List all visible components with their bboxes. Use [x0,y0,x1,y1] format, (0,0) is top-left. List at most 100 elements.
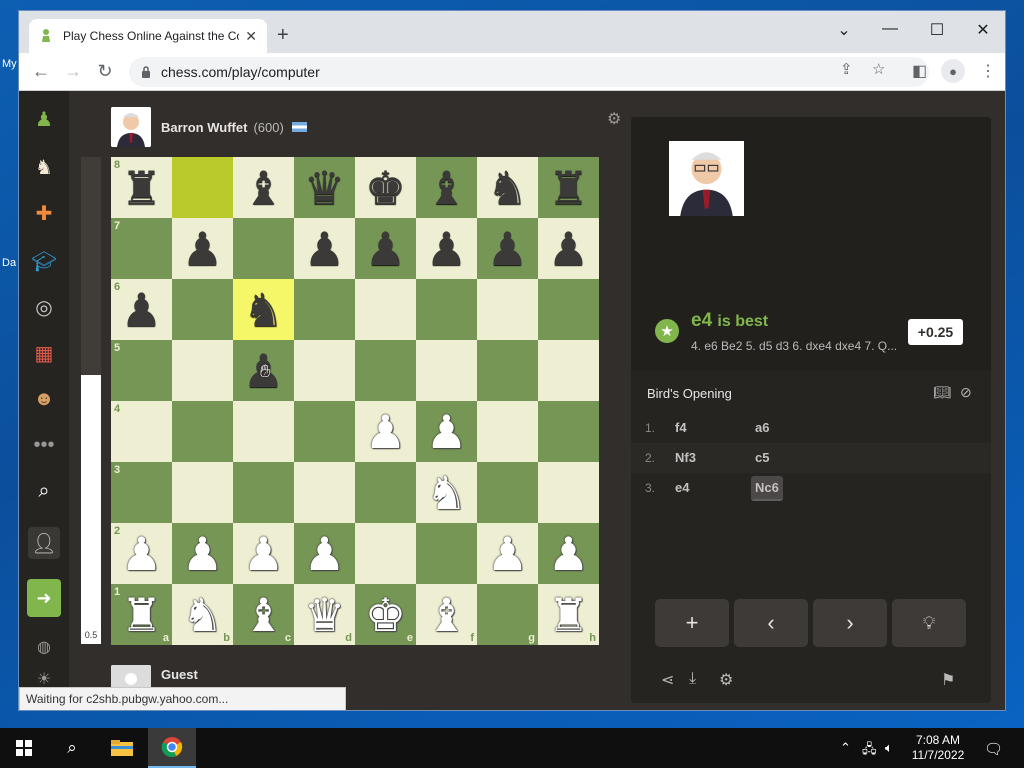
square-e5[interactable] [355,340,416,401]
square-e6[interactable] [355,279,416,340]
close-window-button[interactable]: ✕ [968,20,998,40]
white-pawn-piece[interactable]: ♟ [182,531,223,577]
square-e1[interactable]: ♚ e [355,584,416,645]
square-c3[interactable] [233,462,294,523]
square-f1[interactable]: ♝ f [416,584,477,645]
square-a6[interactable]: ♟ 6 [111,279,172,340]
desktop-icon-label[interactable]: My [2,58,17,70]
square-d1[interactable]: ♛ d [294,584,355,645]
square-g5[interactable] [477,340,538,401]
more-icon[interactable]: ••• [28,429,60,461]
language-globe-icon[interactable]: ◍ [28,631,60,663]
black-bishop-piece[interactable]: ♝ [243,165,284,211]
chrome-taskbar-icon[interactable] [148,728,196,768]
settings-gear-icon[interactable]: ⚙ [719,670,733,690]
white-pawn-piece[interactable]: ♟ [121,531,162,577]
black-move[interactable]: c5 [755,450,769,465]
square-g8[interactable]: ♞ [477,157,538,218]
black-king-piece[interactable]: ♚ [365,165,406,211]
white-rook-piece[interactable]: ♜ [121,592,162,638]
close-tab-icon[interactable]: ✕ [245,28,257,45]
minimize-button[interactable]: — [875,20,905,38]
square-b1[interactable]: ♞ b [172,584,233,645]
white-move[interactable]: Nf3 [675,450,696,465]
black-pawn-piece[interactable]: ♟ [365,226,406,272]
white-pawn-piece[interactable]: ♟ [548,531,589,577]
black-bishop-piece[interactable]: ♝ [426,165,467,211]
new-game-button[interactable]: + [655,599,729,647]
square-h6[interactable] [538,279,599,340]
square-e4[interactable]: ♟ [355,401,416,462]
taskbar-clock[interactable]: 7:08 AM 11/7/2022 [905,733,971,763]
back-icon[interactable]: ← [29,61,53,82]
square-f3[interactable]: ♞ [416,462,477,523]
black-rook-piece[interactable]: ♜ [121,165,162,211]
black-move[interactable]: a6 [755,420,769,435]
book-icon[interactable]: 📖︎ [933,384,951,401]
white-pawn-piece[interactable]: ♟ [304,531,345,577]
square-c1[interactable]: ♝ c [233,584,294,645]
opponent-avatar[interactable] [111,107,151,147]
square-b8[interactable] [172,157,233,218]
square-e7[interactable]: ♟ [355,218,416,279]
black-rook-piece[interactable]: ♜ [548,165,589,211]
network-icon[interactable]: 🖧︎ [862,740,877,762]
black-pawn-piece[interactable]: ♟ [304,226,345,272]
reload-icon[interactable]: ↻ [93,61,117,82]
square-e3[interactable] [355,462,416,523]
square-b5[interactable] [172,340,233,401]
social-icon[interactable]: ☻ [28,383,60,415]
notifications-icon[interactable]: 🗨︎ [984,740,1003,758]
black-knight-piece[interactable]: ♞ [243,287,284,333]
black-move[interactable]: Nc6 [751,476,783,501]
play-icon[interactable]: ♞ [28,151,60,183]
next-move-button[interactable]: › [813,599,887,647]
white-king-piece[interactable]: ♚ [365,592,406,638]
resign-flag-icon[interactable]: ⚑ [941,670,955,690]
square-d8[interactable]: ♛ [294,157,355,218]
black-knight-piece[interactable]: ♞ [487,165,528,211]
square-e8[interactable]: ♚ [355,157,416,218]
square-f2[interactable] [416,523,477,584]
news-icon[interactable]: ▦ [28,337,60,369]
compass-icon[interactable]: ⊘ [960,384,972,401]
white-queen-piece[interactable]: ♛ [304,592,345,638]
square-g6[interactable] [477,279,538,340]
download-icon[interactable]: ⤓ [689,670,696,688]
square-b6[interactable] [172,279,233,340]
square-g7[interactable]: ♟ [477,218,538,279]
previous-move-button[interactable]: ‹ [734,599,808,647]
square-a4[interactable]: 4 [111,401,172,462]
white-bishop-piece[interactable]: ♝ [243,592,284,638]
search-icon[interactable]: ⌕ [28,475,60,507]
square-f7[interactable]: ♟ [416,218,477,279]
black-pawn-piece[interactable]: ♟ [487,226,528,272]
signup-icon[interactable]: 👤︎ [28,527,60,559]
white-move[interactable]: e4 [675,480,689,495]
square-b3[interactable] [172,462,233,523]
desktop-icon-label[interactable]: Da [2,257,16,269]
square-c2[interactable]: ♟ [233,523,294,584]
black-pawn-piece[interactable]: ♟ [426,226,467,272]
chess-logo-icon[interactable]: ♟ [28,103,60,135]
share-icon[interactable]: ⇪ [840,60,853,78]
profile-icon[interactable]: ● [941,59,965,83]
menu-kebab-icon[interactable]: ⋮ [980,61,996,81]
share-icon[interactable]: ⋖ [661,670,674,690]
square-d2[interactable]: ♟ [294,523,355,584]
side-panel-icon[interactable]: ◧ [912,61,927,81]
square-d6[interactable] [294,279,355,340]
square-h8[interactable]: ♜ [538,157,599,218]
square-e2[interactable] [355,523,416,584]
search-icon[interactable]: ⌕ [48,728,96,768]
black-pawn-piece[interactable]: ♟ [548,226,589,272]
login-icon[interactable]: ➜ [27,579,61,617]
hint-lightbulb-button[interactable]: 💡︎ [892,599,966,647]
square-a3[interactable]: 3 [111,462,172,523]
white-pawn-piece[interactable]: ♟ [365,409,406,455]
square-g1[interactable]: g [477,584,538,645]
square-g3[interactable] [477,462,538,523]
maximize-button[interactable]: ☐ [922,20,952,40]
white-bishop-piece[interactable]: ♝ [426,592,467,638]
square-b7[interactable]: ♟ [172,218,233,279]
